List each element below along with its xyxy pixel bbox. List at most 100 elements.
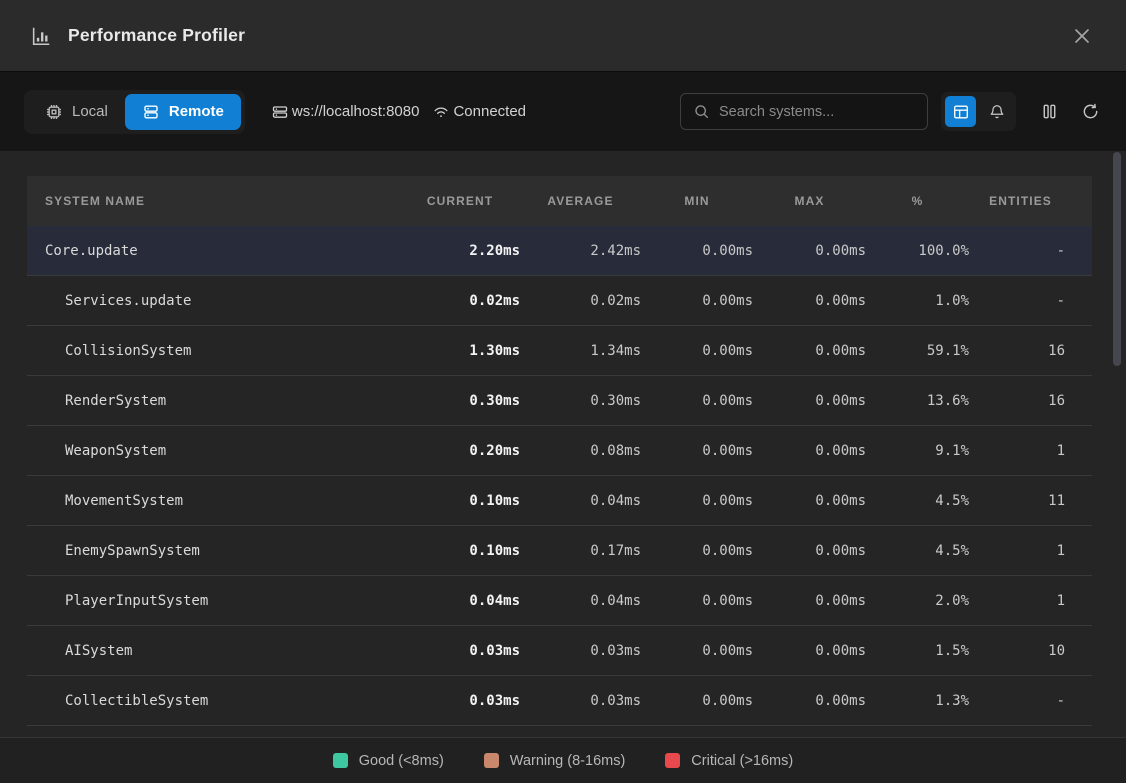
average-ms-cell: 0.17ms — [520, 543, 641, 559]
entities-cell: - — [969, 693, 1092, 709]
entities-cell: 1 — [969, 443, 1092, 459]
server-icon — [271, 103, 289, 121]
percent-cell: 4.5% — [866, 493, 969, 509]
max-ms-cell: 0.00ms — [753, 543, 866, 559]
remote-mode-label: Remote — [169, 103, 224, 120]
connection-status-label: Connected — [453, 103, 526, 120]
page-title: Performance Profiler — [68, 25, 245, 46]
entities-cell: 11 — [969, 493, 1092, 509]
legend-label: Critical (>16ms) — [691, 753, 793, 769]
table-view-button[interactable] — [945, 96, 976, 127]
column-header-entities: ENTITIES — [969, 194, 1092, 208]
system-name-cell: EnemySpawnSystem — [27, 543, 400, 559]
table-row[interactable]: Services.update 0.02ms 0.02ms 0.00ms 0.0… — [27, 276, 1092, 326]
remote-mode-button[interactable]: Remote — [125, 94, 241, 130]
connection-url-label: ws://localhost:8080 — [292, 103, 420, 120]
table-row[interactable]: WeaponSystem 0.20ms 0.08ms 0.00ms 0.00ms… — [27, 426, 1092, 476]
entities-cell: 1 — [969, 593, 1092, 609]
current-ms-cell: 0.10ms — [400, 543, 520, 559]
toolbar: Local Remote ws://localhost:8080 — [0, 72, 1126, 151]
percent-cell: 1.0% — [866, 293, 969, 309]
entities-cell: 16 — [969, 343, 1092, 359]
legend-label: Good (<8ms) — [359, 753, 444, 769]
search-input[interactable] — [719, 104, 915, 120]
system-name-cell: AISystem — [27, 643, 400, 659]
alerts-button[interactable] — [981, 96, 1012, 127]
system-name-cell: Core.update — [27, 243, 400, 259]
legend-item: Good (<8ms) — [333, 753, 444, 769]
profiler-table-area: SYSTEM NAME CURRENT AVERAGE MIN MAX % EN… — [0, 151, 1126, 737]
max-ms-cell: 0.00ms — [753, 593, 866, 609]
percent-cell: 9.1% — [866, 443, 969, 459]
wifi-icon — [432, 103, 450, 121]
refresh-icon — [1081, 102, 1100, 121]
table-row[interactable]: MovementSystem 0.10ms 0.04ms 0.00ms 0.00… — [27, 476, 1092, 526]
cpu-chip-icon — [45, 103, 63, 121]
min-ms-cell: 0.00ms — [641, 393, 753, 409]
percent-cell: 2.0% — [866, 593, 969, 609]
percent-cell: 1.5% — [866, 643, 969, 659]
column-header-current: CURRENT — [400, 194, 520, 208]
legend-label: Warning (8-16ms) — [510, 753, 626, 769]
current-ms-cell: 0.03ms — [400, 643, 520, 659]
average-ms-cell: 0.04ms — [520, 493, 641, 509]
percent-cell: 1.3% — [866, 693, 969, 709]
current-ms-cell: 1.30ms — [400, 343, 520, 359]
table-row[interactable]: CollectibleSystem 0.03ms 0.03ms 0.00ms 0… — [27, 676, 1092, 726]
table-header: SYSTEM NAME CURRENT AVERAGE MIN MAX % EN… — [27, 176, 1092, 226]
column-header-min: MIN — [641, 194, 753, 208]
legend-swatch — [665, 753, 680, 768]
pause-button[interactable] — [1038, 100, 1061, 123]
current-ms-cell: 2.20ms — [400, 243, 520, 259]
table-row[interactable]: CollisionSystem 1.30ms 1.34ms 0.00ms 0.0… — [27, 326, 1092, 376]
column-header-percent: % — [866, 194, 969, 208]
bar-chart-icon — [30, 25, 52, 47]
average-ms-cell: 0.03ms — [520, 643, 641, 659]
min-ms-cell: 0.00ms — [641, 543, 753, 559]
min-ms-cell: 0.00ms — [641, 693, 753, 709]
max-ms-cell: 0.00ms — [753, 443, 866, 459]
entities-cell: - — [969, 293, 1092, 309]
min-ms-cell: 0.00ms — [641, 493, 753, 509]
table-row[interactable]: Core.update 2.20ms 2.42ms 0.00ms 0.00ms … — [27, 226, 1092, 276]
system-name-cell: CollisionSystem — [27, 343, 400, 359]
entities-cell: - — [969, 243, 1092, 259]
min-ms-cell: 0.00ms — [641, 443, 753, 459]
average-ms-cell: 0.03ms — [520, 693, 641, 709]
connection-url: ws://localhost:8080 — [271, 103, 420, 121]
connection-status: Connected — [432, 103, 526, 121]
column-header-max: MAX — [753, 194, 866, 208]
max-ms-cell: 0.00ms — [753, 293, 866, 309]
average-ms-cell: 0.02ms — [520, 293, 641, 309]
max-ms-cell: 0.00ms — [753, 643, 866, 659]
close-icon — [1072, 26, 1092, 46]
title-bar: Performance Profiler — [0, 0, 1126, 72]
table-body: Core.update 2.20ms 2.42ms 0.00ms 0.00ms … — [27, 226, 1092, 726]
min-ms-cell: 0.00ms — [641, 343, 753, 359]
system-name-cell: CollectibleSystem — [27, 693, 400, 709]
percent-cell: 59.1% — [866, 343, 969, 359]
average-ms-cell: 2.42ms — [520, 243, 641, 259]
system-name-cell: PlayerInputSystem — [27, 593, 400, 609]
local-mode-button[interactable]: Local — [28, 94, 125, 130]
max-ms-cell: 0.00ms — [753, 243, 866, 259]
legend-swatch — [484, 753, 499, 768]
vertical-scrollbar-thumb[interactable] — [1113, 152, 1121, 366]
entities-cell: 16 — [969, 393, 1092, 409]
legend-item: Critical (>16ms) — [665, 753, 793, 769]
table-row[interactable]: PlayerInputSystem 0.04ms 0.04ms 0.00ms 0… — [27, 576, 1092, 626]
table-row[interactable]: AISystem 0.03ms 0.03ms 0.00ms 0.00ms 1.5… — [27, 626, 1092, 676]
close-button[interactable] — [1068, 22, 1096, 50]
current-ms-cell: 0.20ms — [400, 443, 520, 459]
refresh-button[interactable] — [1079, 100, 1102, 123]
entities-cell: 10 — [969, 643, 1092, 659]
entities-cell: 1 — [969, 543, 1092, 559]
table-row[interactable]: EnemySpawnSystem 0.10ms 0.17ms 0.00ms 0.… — [27, 526, 1092, 576]
table-row[interactable]: RenderSystem 0.30ms 0.30ms 0.00ms 0.00ms… — [27, 376, 1092, 426]
current-ms-cell: 0.03ms — [400, 693, 520, 709]
min-ms-cell: 0.00ms — [641, 643, 753, 659]
percent-cell: 4.5% — [866, 543, 969, 559]
search-box — [680, 93, 928, 130]
min-ms-cell: 0.00ms — [641, 293, 753, 309]
system-name-cell: RenderSystem — [27, 393, 400, 409]
